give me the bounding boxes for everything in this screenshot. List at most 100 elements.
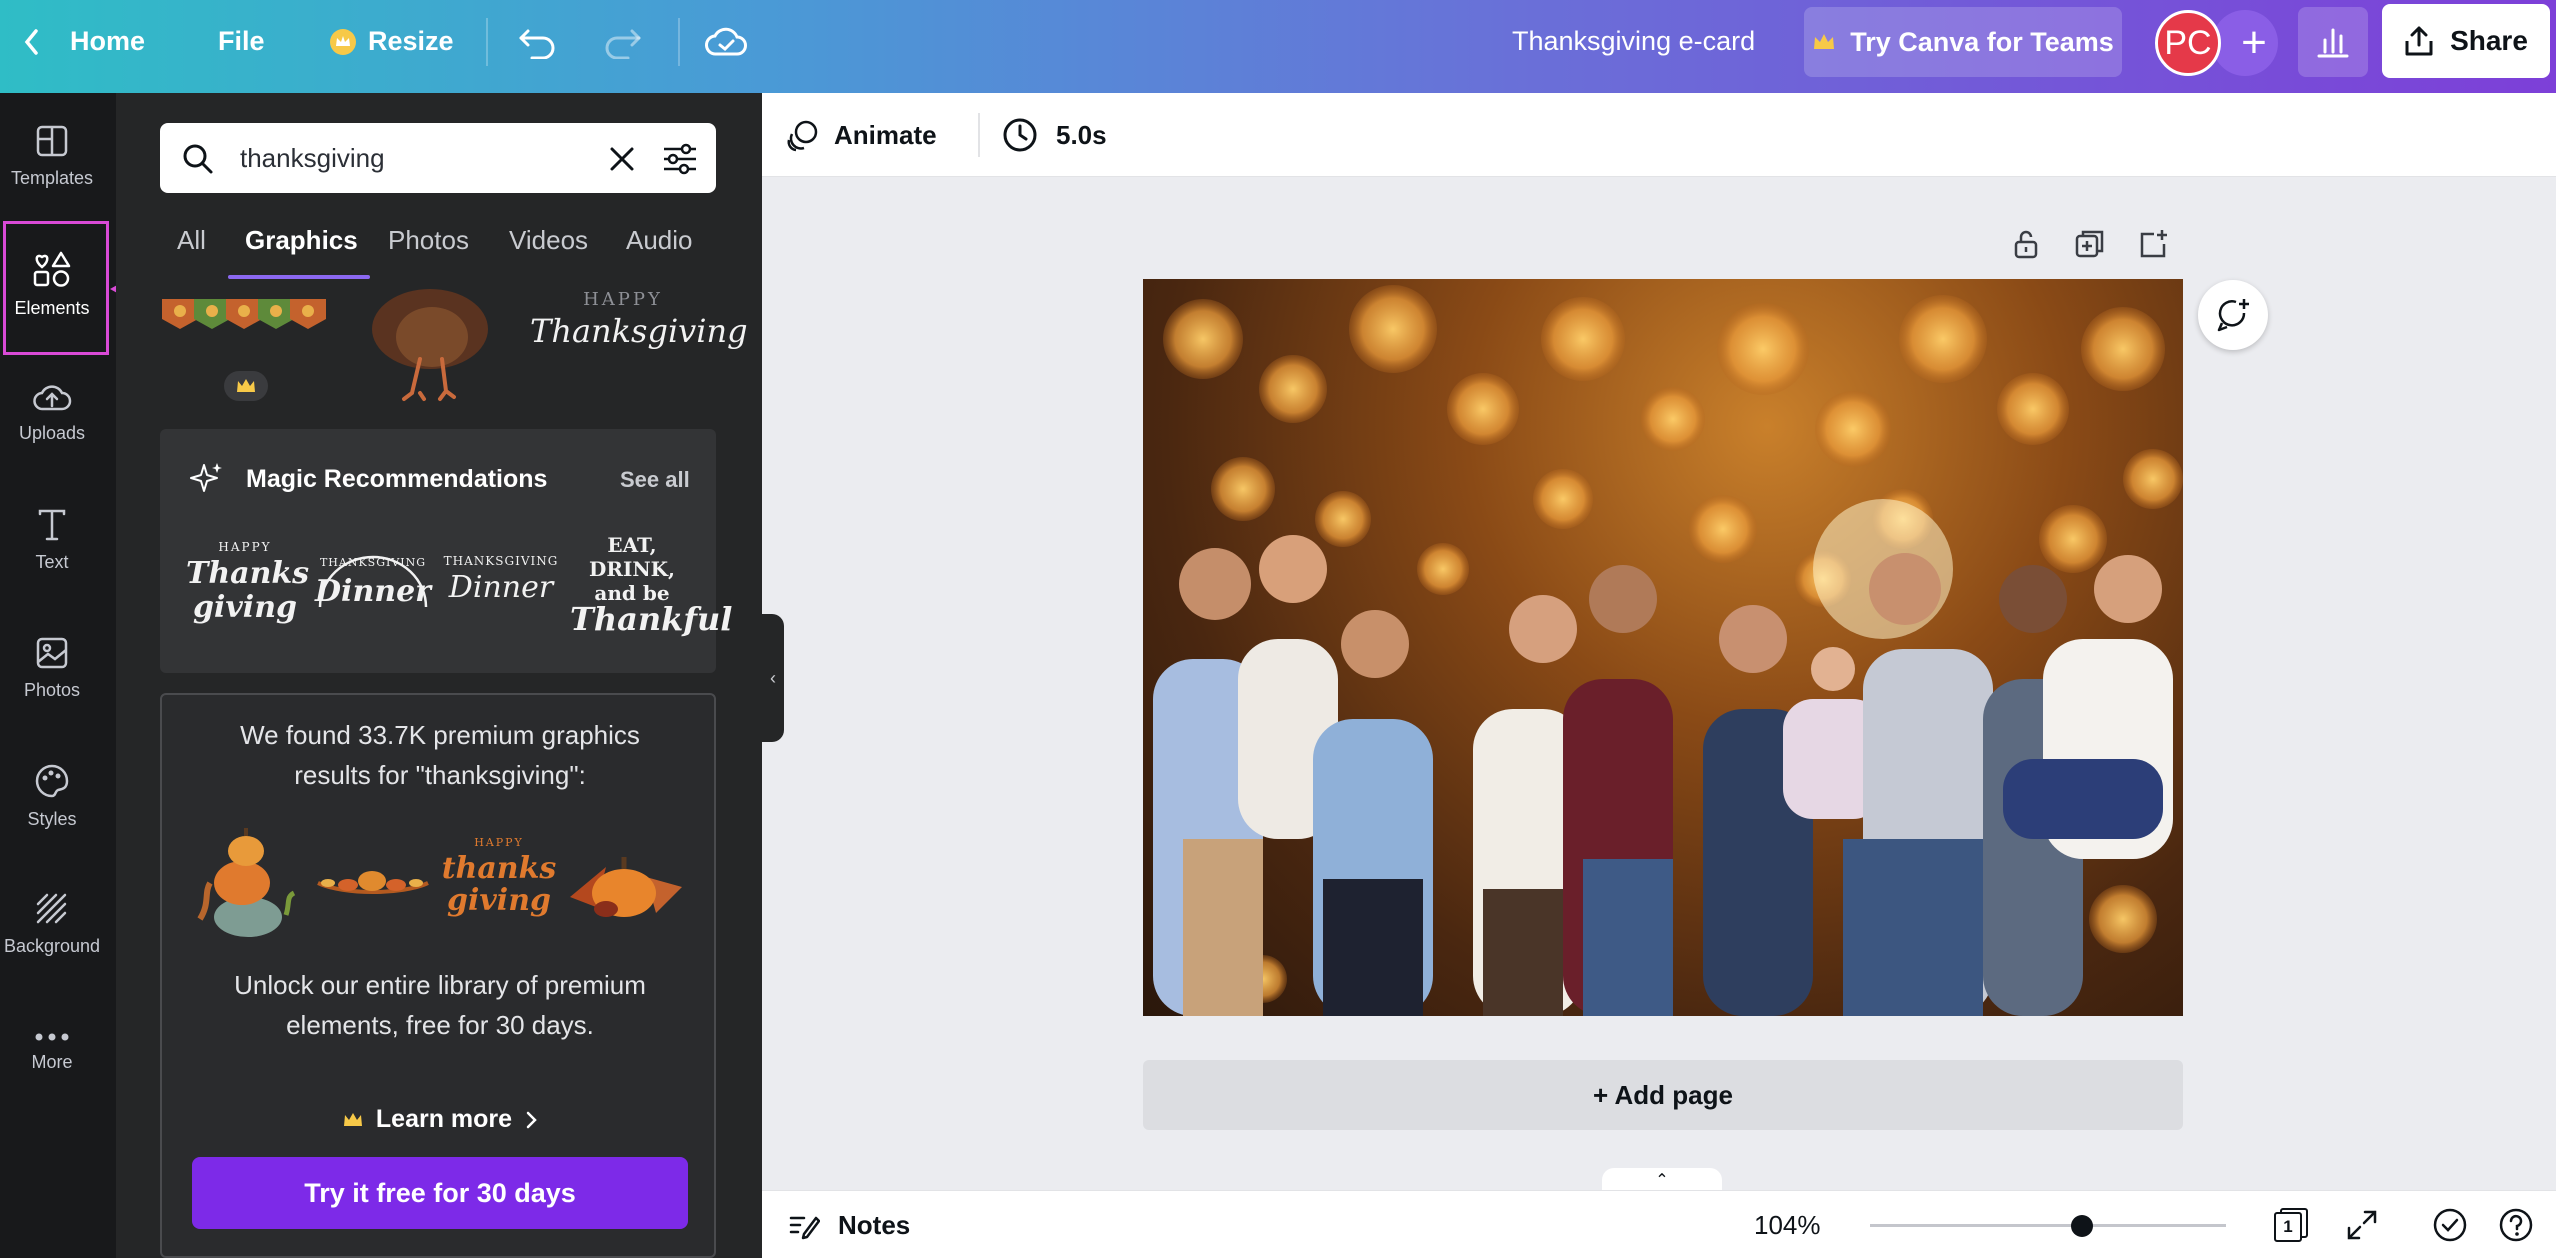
- elements-highlight-box: [3, 221, 109, 355]
- crown-icon: [343, 1112, 362, 1126]
- cloud-save-button[interactable]: [704, 0, 748, 83]
- rail-item-templates[interactable]: Templates: [0, 93, 104, 219]
- rec-script-text: Thankful: [570, 600, 733, 638]
- add-comment-button[interactable]: [2198, 280, 2268, 350]
- page-count-button[interactable]: 1: [2274, 1191, 2308, 1258]
- divider: [678, 18, 680, 66]
- lock-icon[interactable]: [2010, 228, 2042, 260]
- clear-search-icon[interactable]: [608, 145, 636, 173]
- rail-label: Text: [35, 551, 69, 572]
- check-button[interactable]: [2432, 1191, 2468, 1258]
- try-canva-teams-button[interactable]: Try Canva for Teams: [1804, 7, 2122, 77]
- chevron-right-icon: [526, 1111, 537, 1128]
- happy-thanksgiving-graphic[interactable]: HAPPY Thanksgiving: [530, 289, 748, 369]
- zoom-slider-handle[interactable]: [2071, 1215, 2093, 1237]
- tab-audio[interactable]: Audio: [626, 225, 693, 256]
- try-free-button[interactable]: Try it free for 30 days: [192, 1157, 688, 1229]
- happy-thanksgiving-script-graphic[interactable]: HAPPY thanks giving: [440, 829, 558, 933]
- collapse-panel-handle[interactable]: ‹: [762, 614, 784, 742]
- avatar-initials: PC: [2164, 23, 2212, 62]
- tab-graphics[interactable]: Graphics: [245, 225, 358, 256]
- home-label: Home: [70, 26, 146, 56]
- styles-icon: [35, 764, 69, 797]
- document-title-text: Thanksgiving e-card: [1512, 26, 1756, 56]
- premium-upsell-card: We found 33.7K premium graphics results …: [160, 693, 716, 1258]
- learn-more-link[interactable]: Learn more: [162, 1105, 718, 1134]
- rail-item-text[interactable]: Text: [0, 477, 104, 603]
- recommendation-item[interactable]: THANKSGIVING Dinner: [314, 547, 432, 627]
- crown-icon: [237, 379, 255, 392]
- invite-people-button[interactable]: +: [2212, 10, 2278, 76]
- rec-script-text: Thanks giving: [186, 556, 310, 625]
- divider: [486, 18, 488, 66]
- plus-icon: +: [2241, 18, 2267, 67]
- editor-toolbar: Animate 5.0s: [762, 93, 2556, 177]
- see-all-link[interactable]: See all: [620, 467, 690, 493]
- animate-icon: [787, 120, 818, 152]
- cloud-check-icon: [705, 27, 747, 55]
- family-bokeh-photo: [1153, 285, 2183, 1016]
- show-pages-handle[interactable]: ⌃: [1602, 1168, 1722, 1192]
- rail-item-more[interactable]: More: [0, 989, 104, 1115]
- resize-button[interactable]: Resize: [328, 0, 454, 83]
- file-menu-button[interactable]: File: [218, 0, 265, 83]
- bar-chart-icon: [2317, 28, 2349, 58]
- rail-label: More: [31, 1051, 73, 1072]
- bunting-banner-graphic[interactable]: [160, 289, 330, 349]
- user-avatar[interactable]: PC: [2155, 10, 2221, 76]
- search-input[interactable]: thanksgiving: [240, 143, 385, 174]
- elements-panel: thanksgiving All Graphics Photos Videos …: [116, 93, 762, 1258]
- filter-sliders-icon[interactable]: [662, 143, 698, 175]
- divider: [978, 113, 980, 157]
- uploads-icon: [33, 384, 72, 410]
- magic-recommendations-card: Magic Recommendations See all HAPPY Than…: [160, 429, 733, 673]
- rail-item-photos[interactable]: Photos: [0, 605, 104, 731]
- add-page-icon[interactable]: [2138, 228, 2170, 260]
- clock-icon: [1003, 118, 1037, 152]
- rail-item-background[interactable]: Background: [0, 861, 104, 987]
- fullscreen-button[interactable]: [2346, 1191, 2378, 1258]
- help-button[interactable]: [2498, 1191, 2534, 1258]
- home-button[interactable]: Home: [22, 0, 145, 83]
- share-label: Share: [2450, 25, 2528, 56]
- rail-label: Templates: [10, 167, 94, 188]
- teams-label: Try Canva for Teams: [1850, 26, 2114, 57]
- autumn-garland-graphic[interactable]: [314, 855, 432, 911]
- recommendation-item[interactable]: HAPPY Thanks giving: [186, 539, 310, 639]
- duration-button[interactable]: 5.0s: [1002, 93, 1107, 177]
- share-button[interactable]: Share: [2382, 4, 2550, 78]
- pumpkin-stack-graphic[interactable]: [190, 823, 306, 939]
- sample-script-text: thanks giving: [441, 851, 557, 918]
- undo-button[interactable]: [518, 0, 558, 83]
- recommendation-item[interactable]: EAT, DRINK, and be Thankful: [570, 533, 733, 643]
- rec-small-text: EAT, DRINK, and be: [589, 533, 675, 605]
- add-page-button[interactable]: + Add page: [1143, 1060, 2183, 1130]
- rail-item-uploads[interactable]: Uploads: [0, 349, 104, 475]
- pumpkin-leaves-graphic[interactable]: [566, 837, 684, 927]
- notes-button[interactable]: Notes: [788, 1191, 910, 1258]
- tab-videos[interactable]: Videos: [509, 225, 588, 256]
- tab-photos[interactable]: Photos: [388, 225, 469, 256]
- tab-all[interactable]: All: [177, 225, 206, 256]
- notes-label: Notes: [838, 1209, 911, 1240]
- more-icon: [35, 1033, 69, 1040]
- duplicate-page-icon[interactable]: [2074, 228, 2106, 260]
- animate-button[interactable]: Animate: [786, 93, 937, 177]
- active-tab-indicator: [228, 275, 370, 279]
- notes-icon: [789, 1216, 820, 1240]
- redo-button[interactable]: [602, 0, 642, 83]
- help-icon: [2499, 1208, 2533, 1242]
- search-box[interactable]: thanksgiving: [160, 123, 716, 193]
- turkey-graphic[interactable]: [360, 289, 500, 409]
- insights-button[interactable]: [2298, 7, 2368, 77]
- rail-item-styles[interactable]: Styles: [0, 733, 104, 859]
- premium-found-line1: We found 33.7K premium graphics: [240, 720, 640, 750]
- search-icon: [183, 144, 213, 174]
- zoom-slider[interactable]: [1870, 1224, 2226, 1227]
- page-actions: [2010, 228, 2170, 260]
- document-title[interactable]: Thanksgiving e-card: [1512, 0, 1755, 83]
- recommendation-item[interactable]: THANKSGIVING Dinner: [442, 555, 560, 625]
- zoom-percentage[interactable]: 104%: [1754, 1191, 1821, 1258]
- design-canvas[interactable]: [1143, 279, 2183, 1016]
- try-free-label: Try it free for 30 days: [304, 1177, 576, 1208]
